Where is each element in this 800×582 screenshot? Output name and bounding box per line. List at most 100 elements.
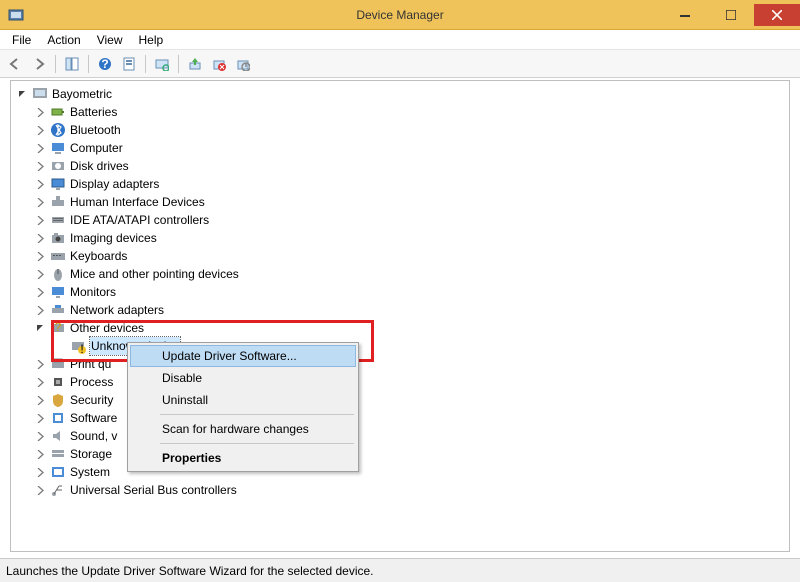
tree-root-label: Bayometric	[52, 85, 112, 103]
expand-icon[interactable]	[35, 431, 46, 442]
network-icon	[50, 302, 66, 318]
expand-icon[interactable]	[35, 485, 46, 496]
menu-help[interactable]: Help	[131, 31, 172, 49]
tree-item-hid[interactable]: Human Interface Devices	[15, 193, 789, 211]
tree-item-monitors[interactable]: Monitors	[15, 283, 789, 301]
tree-item-label: Computer	[70, 139, 123, 157]
tree-item-label: Universal Serial Bus controllers	[70, 481, 237, 499]
menu-file[interactable]: File	[4, 31, 39, 49]
tree-item-batteries[interactable]: Batteries	[15, 103, 789, 121]
scan-hardware-button[interactable]	[151, 53, 173, 75]
forward-button[interactable]	[28, 53, 50, 75]
device-tree-panel: Bayometric Batteries Bluetooth Computer …	[10, 80, 790, 552]
tree-item-keyboards[interactable]: Keyboards	[15, 247, 789, 265]
menu-action[interactable]: Action	[39, 31, 88, 49]
minimize-button[interactable]	[662, 4, 708, 26]
tree-item-label: Security	[70, 391, 113, 409]
context-item-label: Uninstall	[162, 393, 208, 407]
tree-item-network-adapters[interactable]: Network adapters	[15, 301, 789, 319]
tree-item-label: Human Interface Devices	[70, 193, 205, 211]
toolbar-separator	[145, 55, 146, 73]
display-icon	[50, 176, 66, 192]
back-button[interactable]	[4, 53, 26, 75]
collapse-icon[interactable]	[17, 89, 28, 100]
tree-item-label: Storage	[70, 445, 112, 463]
other-icon: ?	[50, 320, 66, 336]
expand-icon[interactable]	[35, 377, 46, 388]
context-update-driver[interactable]: Update Driver Software...	[130, 345, 356, 367]
tree-item-label: Display adapters	[70, 175, 159, 193]
tree-item-mice[interactable]: Mice and other pointing devices	[15, 265, 789, 283]
tree-item-label: Process	[70, 373, 113, 391]
expand-icon[interactable]	[35, 179, 46, 190]
expand-icon[interactable]	[35, 395, 46, 406]
camera-icon	[50, 230, 66, 246]
disk-icon	[50, 158, 66, 174]
context-separator	[160, 414, 354, 415]
context-disable[interactable]: Disable	[130, 367, 356, 389]
expand-icon[interactable]	[35, 287, 46, 298]
tree-item-label: Monitors	[70, 283, 116, 301]
window-buttons	[662, 4, 800, 26]
expand-icon[interactable]	[35, 269, 46, 280]
expand-icon[interactable]	[35, 359, 46, 370]
tree-item-imaging[interactable]: Imaging devices	[15, 229, 789, 247]
expand-icon[interactable]	[35, 143, 46, 154]
tree-item-computer[interactable]: Computer	[15, 139, 789, 157]
properties-button[interactable]	[118, 53, 140, 75]
disable-button[interactable]	[232, 53, 254, 75]
tree-item-label: Software	[70, 409, 117, 427]
tree-item-label: Mice and other pointing devices	[70, 265, 239, 283]
hid-icon	[50, 194, 66, 210]
bluetooth-icon	[50, 122, 66, 138]
tree-item-ide[interactable]: IDE ATA/ATAPI controllers	[15, 211, 789, 229]
toolbar-separator	[88, 55, 89, 73]
computer-icon	[32, 86, 48, 102]
show-hide-tree-button[interactable]	[61, 53, 83, 75]
context-scan[interactable]: Scan for hardware changes	[130, 418, 356, 440]
computer-icon	[50, 140, 66, 156]
context-item-label: Properties	[162, 451, 221, 465]
update-driver-button[interactable]	[184, 53, 206, 75]
expand-icon[interactable]	[35, 125, 46, 136]
tree-item-label: Bluetooth	[70, 121, 121, 139]
svg-text:?: ?	[101, 57, 108, 71]
expand-icon[interactable]	[35, 449, 46, 460]
battery-icon	[50, 104, 66, 120]
tree-item-label: Disk drives	[70, 157, 129, 175]
context-menu: Update Driver Software... Disable Uninst…	[127, 342, 359, 472]
expand-icon[interactable]	[35, 107, 46, 118]
context-separator	[160, 443, 354, 444]
tree-item-disk-drives[interactable]: Disk drives	[15, 157, 789, 175]
expand-icon[interactable]	[35, 215, 46, 226]
context-item-label: Scan for hardware changes	[162, 422, 309, 436]
expand-icon[interactable]	[35, 413, 46, 424]
context-uninstall[interactable]: Uninstall	[130, 389, 356, 411]
expand-icon[interactable]	[35, 467, 46, 478]
menu-view[interactable]: View	[89, 31, 131, 49]
menubar: File Action View Help	[0, 30, 800, 50]
close-button[interactable]	[754, 4, 800, 26]
expand-icon[interactable]	[35, 233, 46, 244]
tree-item-display-adapters[interactable]: Display adapters	[15, 175, 789, 193]
system-icon	[50, 464, 66, 480]
help-button[interactable]: ?	[94, 53, 116, 75]
collapse-icon[interactable]	[35, 323, 46, 334]
toolbar-separator	[55, 55, 56, 73]
tree-item-other-devices[interactable]: ? Other devices	[15, 319, 789, 337]
expand-icon[interactable]	[35, 197, 46, 208]
tree-root[interactable]: Bayometric	[15, 85, 789, 103]
tree-item-usb[interactable]: Universal Serial Bus controllers	[15, 481, 789, 499]
svg-text:!: !	[80, 342, 83, 354]
tree-item-label: Sound, v	[70, 427, 117, 445]
context-properties[interactable]: Properties	[130, 447, 356, 469]
no-expand	[55, 341, 66, 352]
expand-icon[interactable]	[35, 161, 46, 172]
usb-icon	[50, 482, 66, 498]
tree-item-bluetooth[interactable]: Bluetooth	[15, 121, 789, 139]
expand-icon[interactable]	[35, 251, 46, 262]
uninstall-button[interactable]	[208, 53, 230, 75]
maximize-button[interactable]	[708, 4, 754, 26]
unknown-device-icon: !	[70, 338, 86, 354]
expand-icon[interactable]	[35, 305, 46, 316]
